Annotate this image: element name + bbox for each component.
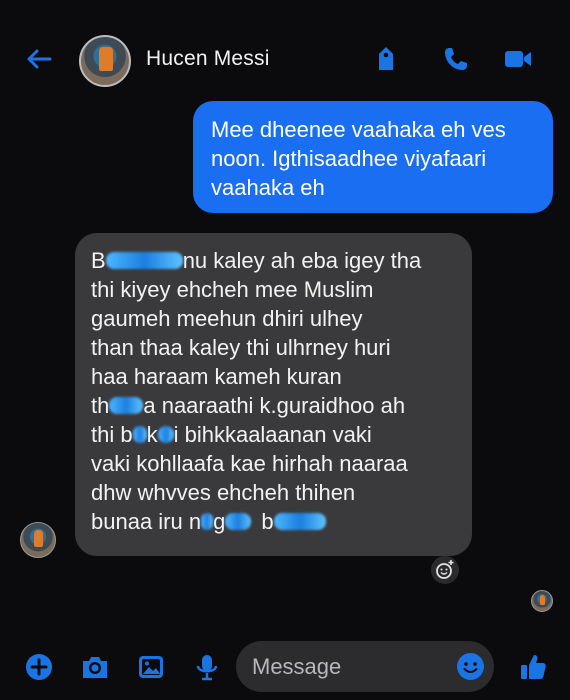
phone-icon[interactable]	[441, 44, 471, 74]
avatar-figure	[99, 47, 113, 71]
plus-icon[interactable]	[24, 652, 54, 682]
message-text: b	[261, 509, 274, 534]
message-text: nu kaley ah eba igey tha	[182, 248, 422, 273]
seen-receipt-avatar	[531, 590, 553, 612]
microphone-icon[interactable]	[192, 652, 222, 682]
redaction-scribble	[109, 397, 144, 414]
thumbs-up-icon[interactable]	[518, 652, 548, 682]
message-line: thi kiyey ehcheh mee Muslim	[91, 277, 374, 302]
message-text: i bihkkaalaanan vaki	[173, 422, 372, 447]
message-line: thi b k i bihkkaalaanan vaki	[91, 420, 458, 449]
redaction-scribble	[225, 513, 252, 530]
message-line: Mee dheenee vaahaka eh ves	[211, 117, 506, 142]
message-input[interactable]: Message	[236, 641, 494, 692]
message-line: Bnu kaley ah eba igey tha	[91, 246, 458, 275]
emoji-icon[interactable]	[456, 652, 485, 681]
message-text: bunaa iru n	[91, 509, 202, 534]
message-text: k	[146, 422, 158, 447]
message-line: vaahaka eh	[211, 175, 325, 200]
message-line: noon. Igthisaadhee viyafaari	[211, 146, 487, 171]
message-line: gaumeh meehun dhiri ulhey	[91, 306, 363, 331]
tag-icon[interactable]	[371, 44, 401, 74]
back-arrow-icon[interactable]	[24, 44, 54, 74]
reaction-emoji-icon[interactable]	[431, 556, 459, 584]
message-line: vaki kohllaafa kae hirhah naaraa	[91, 451, 408, 476]
message-line: dhw whvves ehcheh thihen	[91, 480, 356, 505]
message-text: B	[91, 248, 106, 273]
redaction-scribble	[201, 513, 214, 530]
incoming-message[interactable]: Bnu kaley ah eba igey tha thi kiyey ehch…	[75, 233, 472, 556]
message-text: a naaraathi k.guraidhoo ah	[143, 393, 406, 418]
sender-avatar[interactable]	[20, 522, 56, 558]
message-placeholder: Message	[252, 654, 342, 679]
camera-icon[interactable]	[80, 652, 110, 682]
redaction-scribble	[105, 252, 183, 269]
redaction-scribble	[157, 426, 174, 443]
contact-avatar[interactable]	[79, 35, 131, 87]
redaction-scribble	[273, 513, 326, 530]
message-text: g	[213, 509, 226, 534]
message-line: bunaa iru n g b	[91, 507, 458, 536]
avatar-figure	[34, 530, 43, 547]
outgoing-message[interactable]: Mee dheenee vaahaka eh ves noon. Igthisa…	[193, 101, 553, 213]
redaction-scribble	[132, 426, 147, 443]
message-line: than thaa kaley thi ulhrney huri	[91, 335, 391, 360]
message-line: th a naaraathi k.guraidhoo ah	[91, 391, 458, 420]
message-text: th	[91, 393, 110, 418]
message-text: thi b	[91, 422, 133, 447]
message-line: haa haraam kameh kuran	[91, 364, 342, 389]
avatar-figure	[540, 595, 545, 605]
gallery-icon[interactable]	[136, 652, 166, 682]
video-camera-icon[interactable]	[503, 44, 533, 74]
contact-name[interactable]: Hucen Messi	[146, 47, 270, 71]
